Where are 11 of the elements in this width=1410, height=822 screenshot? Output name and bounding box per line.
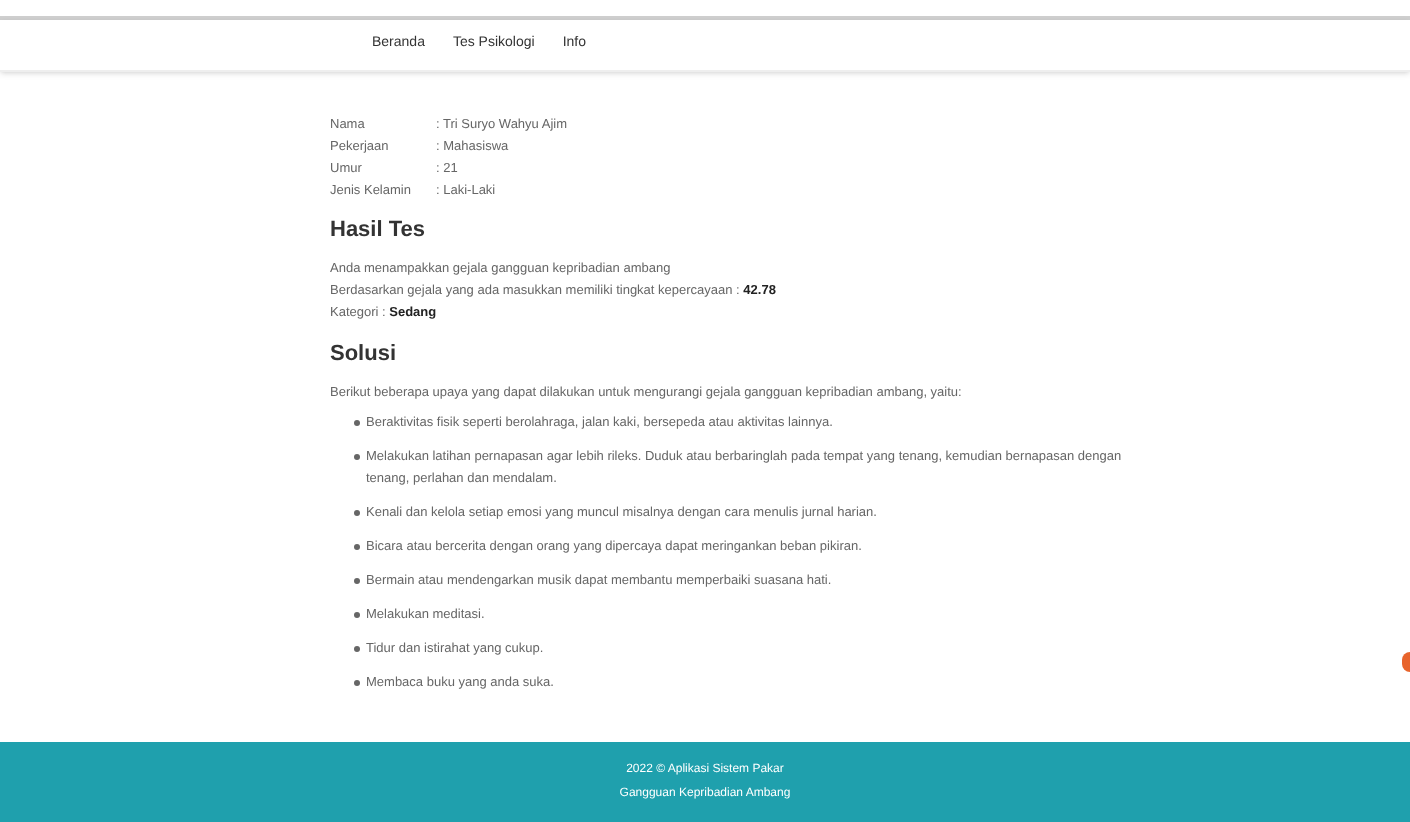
- bullet-icon: [354, 510, 360, 516]
- bullet-icon: [354, 544, 360, 550]
- bullet-icon: [354, 454, 360, 460]
- bullet-icon: [354, 680, 360, 686]
- bullet-icon: [354, 646, 360, 652]
- section-heading: Solusi: [330, 339, 399, 369]
- bullet-icon: [354, 612, 360, 618]
- bullet-icon: [354, 578, 360, 584]
- scroll-top-button[interactable]: [1402, 652, 1410, 672]
- bullet-icon: [354, 420, 360, 426]
- section-heading: Hasil Tes: [330, 216, 427, 246]
